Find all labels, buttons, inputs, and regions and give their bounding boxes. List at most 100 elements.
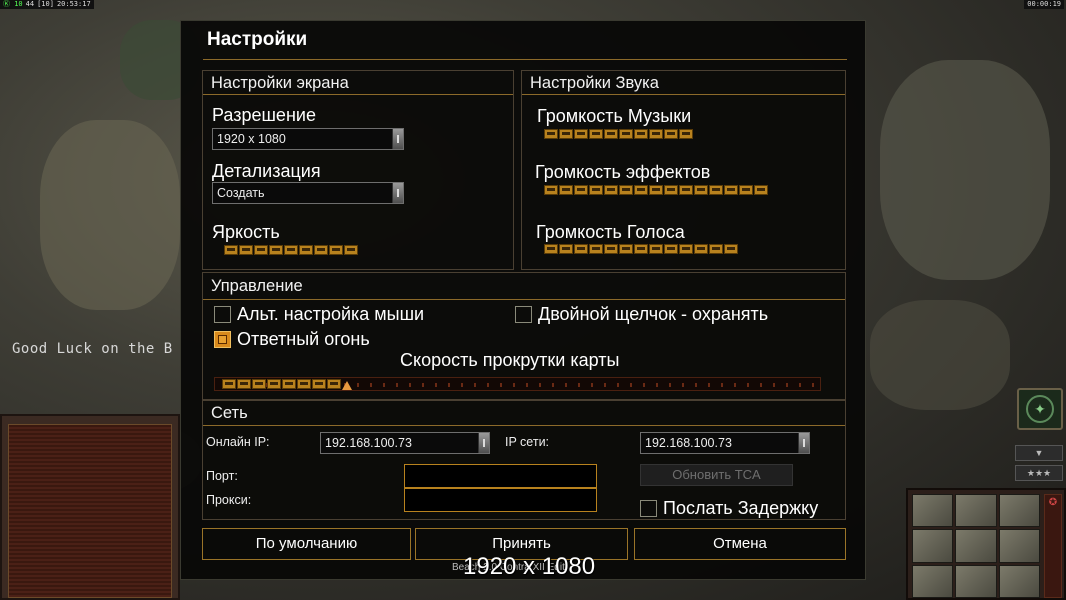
slider-segment: [239, 245, 253, 255]
scroll-speed-tick: [409, 383, 411, 387]
send-delay-option[interactable]: Послать Задержку: [640, 498, 818, 519]
slider-segment: [237, 379, 251, 389]
resolution-select[interactable]: 1920 x 1080: [212, 128, 404, 150]
detail-select[interactable]: Создать: [212, 182, 404, 204]
lan-ip-select[interactable]: 192.168.100.73: [640, 432, 810, 454]
resolution-label: Разрешение: [212, 105, 316, 125]
slider-segment: [664, 129, 678, 139]
scroll-speed-tick: [630, 383, 632, 387]
port-input[interactable]: [404, 464, 597, 488]
retaliation-checkbox[interactable]: [214, 331, 231, 348]
scroll-speed-tick: [812, 383, 814, 387]
unit-portrait[interactable]: [912, 494, 954, 528]
unit-portrait[interactable]: [912, 529, 954, 563]
unit-portrait[interactable]: [998, 529, 1040, 563]
double-click-guard-option[interactable]: Двойной щелчок - охранять: [515, 304, 768, 325]
retaliation-label: Ответный огонь: [237, 329, 370, 349]
slider-segment: [589, 244, 603, 254]
cancel-button[interactable]: Отмена: [634, 528, 846, 560]
slider-segment: [222, 379, 236, 389]
scroll-speed-tick: [487, 383, 489, 387]
scroll-speed-tick: [708, 383, 710, 387]
command-bar: ✪: [906, 488, 1066, 600]
proxy-input[interactable]: [404, 488, 597, 512]
hud-money: Ⓚ 10: [3, 0, 23, 8]
hud-collapse-button[interactable]: ▼: [1015, 445, 1063, 461]
unit-portrait[interactable]: [912, 564, 954, 598]
music-volume-slider[interactable]: [544, 129, 693, 139]
scroll-speed-tick: [435, 383, 437, 387]
scroll-speed-slider[interactable]: [214, 377, 821, 391]
scroll-arrow-icon[interactable]: [392, 129, 403, 149]
slider-segment: [649, 244, 663, 254]
slider-segment: [297, 379, 311, 389]
slider-segment: [269, 245, 283, 255]
scroll-arrow-icon[interactable]: [798, 433, 809, 453]
slider-segment: [559, 244, 573, 254]
double-click-guard-checkbox[interactable]: [515, 306, 532, 323]
slider-segment: [634, 244, 648, 254]
scroll-speed-tick: [591, 383, 593, 387]
terrain: [40, 120, 180, 310]
scroll-speed-tick: [760, 383, 762, 387]
scroll-speed-tick: [448, 383, 450, 387]
scroll-speed-tick: [422, 383, 424, 387]
brightness-slider[interactable]: [224, 245, 358, 255]
scroll-speed-fill: [222, 379, 341, 389]
hud-rank-stars: ★★★: [1015, 465, 1063, 481]
voice-volume-slider[interactable]: [544, 244, 738, 254]
slider-segment: [224, 245, 238, 255]
alt-mouse-option[interactable]: Альт. настройка мыши: [214, 304, 424, 325]
slider-segment: [604, 129, 618, 139]
scroll-speed-tick: [669, 383, 671, 387]
slider-segment: [634, 185, 648, 195]
scroll-speed-tick: [617, 383, 619, 387]
slider-segment: [559, 129, 573, 139]
scroll-speed-tick: [396, 383, 398, 387]
scroll-speed-tick: [500, 383, 502, 387]
defaults-button[interactable]: По умолчанию: [202, 528, 411, 560]
scroll-speed-handle[interactable]: [342, 381, 352, 390]
scroll-speed-tick: [721, 383, 723, 387]
scroll-speed-tick: [474, 383, 476, 387]
slider-segment: [619, 129, 633, 139]
slider-segment: [284, 245, 298, 255]
slider-segment: [574, 185, 588, 195]
alt-mouse-checkbox[interactable]: [214, 306, 231, 323]
radar-minimap[interactable]: [8, 424, 172, 598]
slider-segment: [634, 129, 648, 139]
slider-segment: [589, 129, 603, 139]
proxy-label: Прокси:: [206, 493, 252, 507]
voice-volume-label: Громкость Голоса: [536, 222, 685, 242]
online-ip-select[interactable]: 192.168.100.73: [320, 432, 490, 454]
hud-side-rail: ✪: [1044, 494, 1062, 598]
slider-segment: [664, 244, 678, 254]
slider-segment: [282, 379, 296, 389]
radar-panel[interactable]: [0, 414, 180, 600]
unit-portrait[interactable]: [955, 564, 997, 598]
unit-portrait[interactable]: [955, 494, 997, 528]
alt-mouse-label: Альт. настройка мыши: [237, 304, 425, 324]
sound-settings-title: Настройки Звука: [522, 71, 845, 95]
unit-portrait[interactable]: [955, 529, 997, 563]
network-title: Сеть: [203, 401, 845, 426]
update-tca-button[interactable]: Обновить TCA: [640, 464, 793, 486]
unit-portrait[interactable]: [998, 494, 1040, 528]
unit-portrait[interactable]: [998, 564, 1040, 598]
double-click-guard-label: Двойной щелчок - охранять: [538, 304, 769, 324]
scroll-arrow-icon[interactable]: [478, 433, 489, 453]
scroll-speed-tick: [773, 383, 775, 387]
screen-settings-title: Настройки экрана: [203, 71, 513, 95]
slider-segment: [252, 379, 266, 389]
effects-volume-slider[interactable]: [544, 185, 768, 195]
scroll-speed-tick: [526, 383, 528, 387]
scroll-arrow-icon[interactable]: [392, 183, 403, 203]
scroll-speed-tick: [682, 383, 684, 387]
online-ip-value: 192.168.100.73: [325, 436, 412, 450]
slider-segment: [604, 185, 618, 195]
retaliation-option[interactable]: Ответный огонь: [214, 329, 370, 350]
generals-button[interactable]: ✦: [1017, 388, 1063, 430]
send-delay-checkbox[interactable]: [640, 500, 657, 517]
scroll-speed-tick: [786, 383, 788, 387]
slider-segment: [327, 379, 341, 389]
